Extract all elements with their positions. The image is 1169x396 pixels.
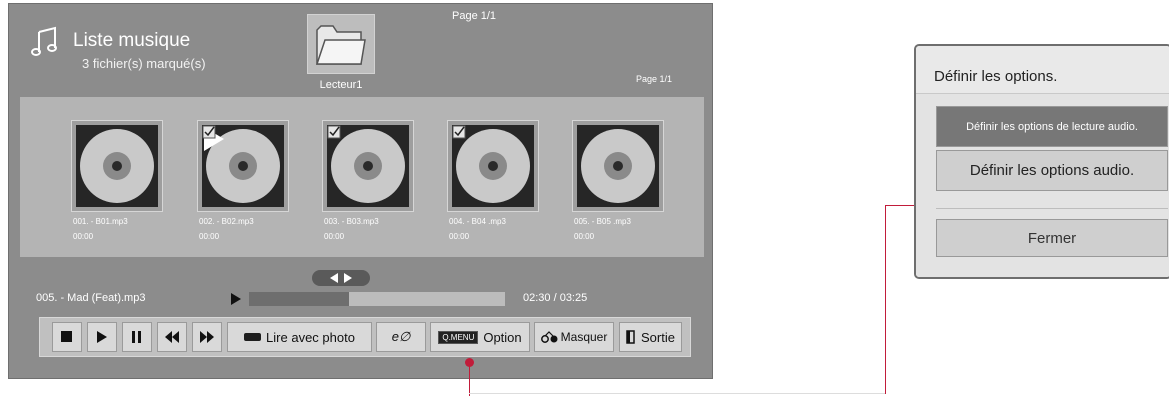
- folder-icon: [315, 25, 366, 65]
- callout-line: [885, 205, 886, 394]
- rewind-icon: [165, 331, 179, 343]
- exit-button[interactable]: Sortie: [619, 322, 682, 352]
- cd-icon: [80, 129, 154, 203]
- hide-button[interactable]: Masquer: [534, 322, 614, 352]
- track-time: 00:00: [324, 232, 345, 241]
- play-icon: [97, 331, 107, 343]
- page-indicator-top: Page 1/1: [452, 10, 497, 22]
- marked-count: 3 fichier(s) marqué(s): [82, 56, 206, 71]
- callout-line: [469, 362, 470, 396]
- fast-forward-button[interactable]: [192, 322, 222, 352]
- option-label: Option: [483, 329, 522, 345]
- qmenu-key-icon: Q.MENU: [438, 330, 479, 344]
- progress-bar[interactable]: [249, 292, 505, 306]
- stop-icon: [61, 331, 72, 342]
- audio-options-item[interactable]: Définir les options audio.: [936, 150, 1168, 191]
- track-time: 00:00: [199, 232, 220, 241]
- dialog-body: Définir les options de lecture audio. Dé…: [916, 94, 1169, 277]
- option-button[interactable]: Q.MENU Option: [430, 322, 530, 352]
- pause-icon: [132, 331, 141, 343]
- track-name: 002. - B02.mp3: [199, 217, 254, 226]
- energy-saving-icon: e∅: [391, 329, 411, 344]
- play-with-photo-label: Lire avec photo: [266, 329, 355, 345]
- hide-label: Masquer: [560, 330, 608, 344]
- exit-label: Sortie: [641, 329, 675, 345]
- exit-icon: [626, 330, 635, 344]
- track-item[interactable]: 005. - B05 .mp3 00:00: [572, 120, 664, 241]
- track-name: 003. - B03.mp3: [324, 217, 379, 226]
- play-button[interactable]: [87, 322, 117, 352]
- scroll-knob[interactable]: [312, 270, 370, 286]
- now-playing-title: 005. - Mad (Feat).mp3: [36, 292, 146, 304]
- callout-line: [469, 393, 886, 394]
- checkbox-checked-icon[interactable]: [452, 125, 466, 139]
- callout-line: [885, 205, 915, 206]
- progress-fill: [249, 292, 349, 306]
- checkbox-checked-icon[interactable]: [327, 125, 341, 139]
- playing-indicator-icon: [231, 293, 241, 305]
- page-title: Liste musique: [73, 30, 191, 51]
- track-name: 004. - B04 .mp3: [449, 217, 506, 226]
- dialog-divider: [936, 208, 1168, 209]
- folder-label: Lecteur1: [319, 79, 363, 91]
- stop-button[interactable]: [52, 322, 82, 352]
- fast-forward-icon: [200, 331, 214, 343]
- track-time: 00:00: [574, 232, 595, 241]
- time-display: 02:30 / 03:25: [523, 292, 588, 304]
- page-indicator: Page 1/1: [636, 74, 673, 84]
- options-dialog: Définir les options. Définir les options…: [914, 44, 1169, 279]
- audio-playback-options-item[interactable]: Définir les options de lecture audio.: [936, 106, 1168, 147]
- track-time: 00:00: [449, 232, 470, 241]
- color-key-icon: [244, 333, 262, 341]
- track-item[interactable]: 002. - B02.mp3 00:00: [197, 120, 289, 241]
- music-list-screen: Liste musique 3 fichier(s) marqué(s) Lec…: [8, 3, 713, 379]
- cd-icon: [581, 129, 655, 203]
- play-with-photo-button[interactable]: Lire avec photo: [227, 322, 372, 352]
- glasses-icon: [540, 331, 558, 343]
- dialog-title: Définir les options.: [916, 46, 1169, 94]
- track-name: 005. - B05 .mp3: [574, 217, 631, 226]
- track-grid: 001. - B01.mp3 00:00 002. - B02.mp3 00:0…: [20, 97, 704, 257]
- track-item[interactable]: 001. - B01.mp3 00:00: [71, 120, 163, 241]
- checkbox-checked-icon[interactable]: [202, 125, 216, 139]
- track-item[interactable]: 004. - B04 .mp3 00:00: [447, 120, 539, 241]
- control-bar: Lire avec photo e∅ Q.MENU Option Masquer…: [39, 317, 691, 357]
- track-item[interactable]: 003. - B03.mp3 00:00: [322, 120, 414, 241]
- track-time: 00:00: [73, 232, 94, 241]
- track-name: 001. - B01.mp3: [73, 217, 128, 226]
- rewind-button[interactable]: [157, 322, 187, 352]
- left-right-arrows-icon: [330, 273, 352, 283]
- pause-button[interactable]: [122, 322, 152, 352]
- close-button[interactable]: Fermer: [936, 219, 1168, 257]
- folder-button[interactable]: [307, 14, 375, 74]
- energy-saving-button[interactable]: e∅: [376, 322, 426, 352]
- music-note-icon: [31, 26, 57, 56]
- callout-dot: [465, 358, 474, 367]
